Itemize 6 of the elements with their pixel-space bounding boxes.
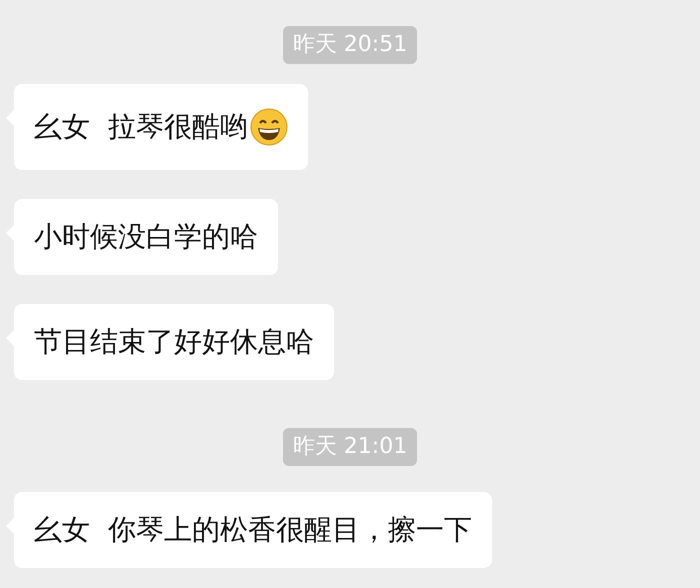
message-text: 幺女 你琴上的松香很醒目，擦一下 [34,516,472,544]
message-text: 小时候没白学的哈 [34,223,258,251]
timestamp: 昨天 20:51 [282,26,418,64]
timestamp: 昨天 21:01 [282,428,418,466]
message-text: 节目结束了好好休息哈 [34,328,314,356]
message-text: 幺女 拉琴很酷哟 [34,113,248,141]
